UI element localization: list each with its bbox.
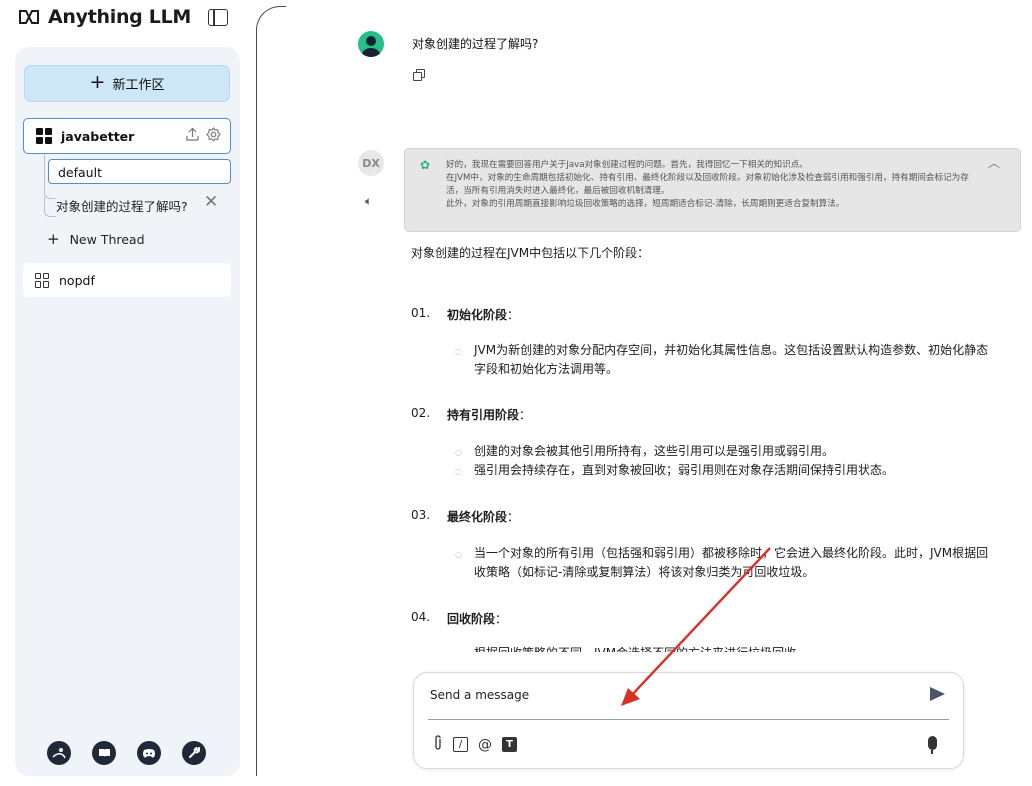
- message-input[interactable]: [430, 685, 910, 705]
- list-item: ○ 根据回收策略的不同，JVM会选择不同的方法来进行垃圾回收。: [455, 644, 1000, 652]
- thread-item-object-creation[interactable]: 对象创建的过程了解吗?: [56, 196, 188, 215]
- step-title: 回收阶段: [447, 612, 496, 626]
- at-mention-icon[interactable]: @: [478, 738, 492, 752]
- chevron-up-icon[interactable]: ︿: [988, 154, 1000, 171]
- copy-icon[interactable]: [413, 69, 426, 82]
- step-title-suffix: ：: [519, 408, 532, 422]
- workspace-item-nopdf[interactable]: nopdf: [23, 263, 231, 297]
- chat-input-box: / @ T: [413, 672, 964, 769]
- paperclip-icon[interactable]: [433, 735, 443, 754]
- step-heading: 02. 持有引用阶段 ：: [411, 406, 531, 423]
- wrench-icon[interactable]: [182, 741, 206, 765]
- step-title: 最终化阶段: [447, 510, 508, 524]
- text-size-icon[interactable]: T: [502, 737, 517, 752]
- bullet-text: 创建的对象会被其他引用所持有，这些引用可以是强引用或弱引用。: [473, 444, 834, 458]
- input-toolbar: / @ T: [433, 735, 517, 754]
- answer-intro: 对象创建的过程在JVM中包括以下几个阶段：: [411, 246, 650, 260]
- sidebar-footer: [47, 741, 206, 765]
- thinking-line: 好的，我现在需要回答用户关于Java对象创建过程的问题。首先，我得回忆一下相关的…: [446, 160, 808, 170]
- speaker-icon[interactable]: 🔈︎: [365, 194, 372, 209]
- plus-icon: +: [89, 71, 106, 93]
- user-message: 对象创建的过程了解吗?: [412, 37, 539, 51]
- step-number: 01.: [411, 306, 431, 320]
- thinking-line: 此外，对象的引用周期直接影响垃圾回收策略的选择，短周期适合标记-清除，长周期则更…: [446, 199, 845, 209]
- sidebar-toggle-icon[interactable]: [208, 9, 228, 26]
- bullet-text: JVM为新创建的对象分配内存空间，并初始化其属性信息。这包括设置默认构造参数、初…: [473, 343, 989, 376]
- plus-icon: +: [47, 230, 60, 248]
- new-thread-label: New Thread: [69, 231, 145, 247]
- bullet-text: 强引用会持续存在，直到对象被回收；弱引用则在对象存活期间保持引用状态。: [473, 463, 894, 477]
- anythingllm-logo-icon: [19, 10, 39, 24]
- thinking-panel: ✿ 好的，我现在需要回答用户关于Java对象创建过程的问题。首先，我得回忆一下相…: [404, 148, 1021, 232]
- brain-icon: ✿: [420, 158, 431, 172]
- microphone-icon[interactable]: [928, 736, 937, 754]
- assistant-answer: 对象创建的过程在JVM中包括以下几个阶段： 01. 初始化阶段 ： ○ JVM为…: [411, 240, 1011, 652]
- send-icon[interactable]: [930, 687, 945, 701]
- step-title-suffix: ：: [507, 510, 520, 524]
- bullet-text: 当一个对象的所有引用（包括强和弱引用）都被移除时，它会进入最终化阶段。此时，JV…: [473, 546, 989, 579]
- list-item: ○ 创建的对象会被其他引用所持有，这些引用可以是强引用或弱引用。: [455, 442, 1000, 462]
- upload-icon[interactable]: [185, 127, 200, 142]
- step-heading: 04. 回收阶段 ：: [411, 610, 507, 627]
- bullet-icon: ○: [455, 467, 462, 476]
- bullet-icon: ○: [455, 644, 462, 652]
- thread-connector: [44, 197, 56, 217]
- step-title-suffix: ：: [507, 308, 520, 322]
- discord-icon[interactable]: [137, 741, 161, 765]
- user-avatar: [358, 31, 384, 57]
- list-item: ○ 强引用会持续存在，直到对象被回收；弱引用则在对象存活期间保持引用状态。: [455, 461, 1000, 481]
- new-thread-button[interactable]: + New Thread: [47, 230, 145, 248]
- step-title-suffix: ：: [495, 612, 508, 626]
- list-item: ○ JVM为新创建的对象分配内存空间，并初始化其属性信息。这包括设置默认构造参数…: [455, 341, 1000, 379]
- step-number: 03.: [411, 508, 431, 522]
- step-title: 初始化阶段: [447, 308, 508, 322]
- thinking-line: 在JVM中，对象的生命周期包括初始化、持有引用、最终化阶段以及回收阶段。对象初始…: [446, 173, 969, 196]
- workspace-grid-icon: [36, 128, 52, 144]
- community-icon[interactable]: [47, 741, 71, 765]
- brand: Anything LLM: [18, 6, 191, 28]
- slash-command-icon[interactable]: /: [453, 737, 468, 752]
- new-workspace-label: 新工作区: [112, 78, 165, 93]
- list-item: ○ 当一个对象的所有引用（包括强和弱引用）都被移除时，它会进入最终化阶段。此时，…: [455, 544, 1000, 582]
- bullet-icon: ○: [455, 448, 462, 457]
- bullet-icon: ○: [455, 347, 462, 356]
- assistant-avatar: DX: [358, 150, 384, 176]
- step-number: 04.: [411, 610, 431, 624]
- bullet-text: 根据回收策略的不同，JVM会选择不同的方法来进行垃圾回收。: [474, 644, 808, 652]
- step-title: 持有引用阶段: [447, 408, 520, 422]
- main-panel-border: [256, 6, 286, 776]
- close-icon[interactable]: ✕: [204, 192, 218, 212]
- input-divider: [428, 719, 949, 720]
- brand-name: Anything LLM: [48, 6, 192, 28]
- workspace-item-javabetter[interactable]: javabetter: [23, 118, 231, 154]
- workspace-name: nopdf: [59, 272, 95, 288]
- bullet-icon: ○: [455, 550, 462, 559]
- docs-icon[interactable]: [92, 741, 116, 765]
- workspace-grid-outline-icon: [35, 272, 50, 288]
- app-window: Anything LLM + 新工作区 javabetter default 对…: [0, 0, 1032, 786]
- thread-item-default[interactable]: default: [48, 159, 231, 184]
- gear-icon[interactable]: [206, 127, 221, 142]
- step-number: 02.: [411, 406, 431, 420]
- thinking-text: 好的，我现在需要回答用户关于Java对象创建过程的问题。首先，我得回忆一下相关的…: [446, 159, 986, 211]
- step-heading: 03. 最终化阶段 ：: [411, 508, 519, 525]
- step-heading: 01. 初始化阶段 ：: [411, 306, 519, 323]
- new-workspace-button[interactable]: + 新工作区: [24, 65, 230, 102]
- workspace-name: javabetter: [61, 128, 135, 144]
